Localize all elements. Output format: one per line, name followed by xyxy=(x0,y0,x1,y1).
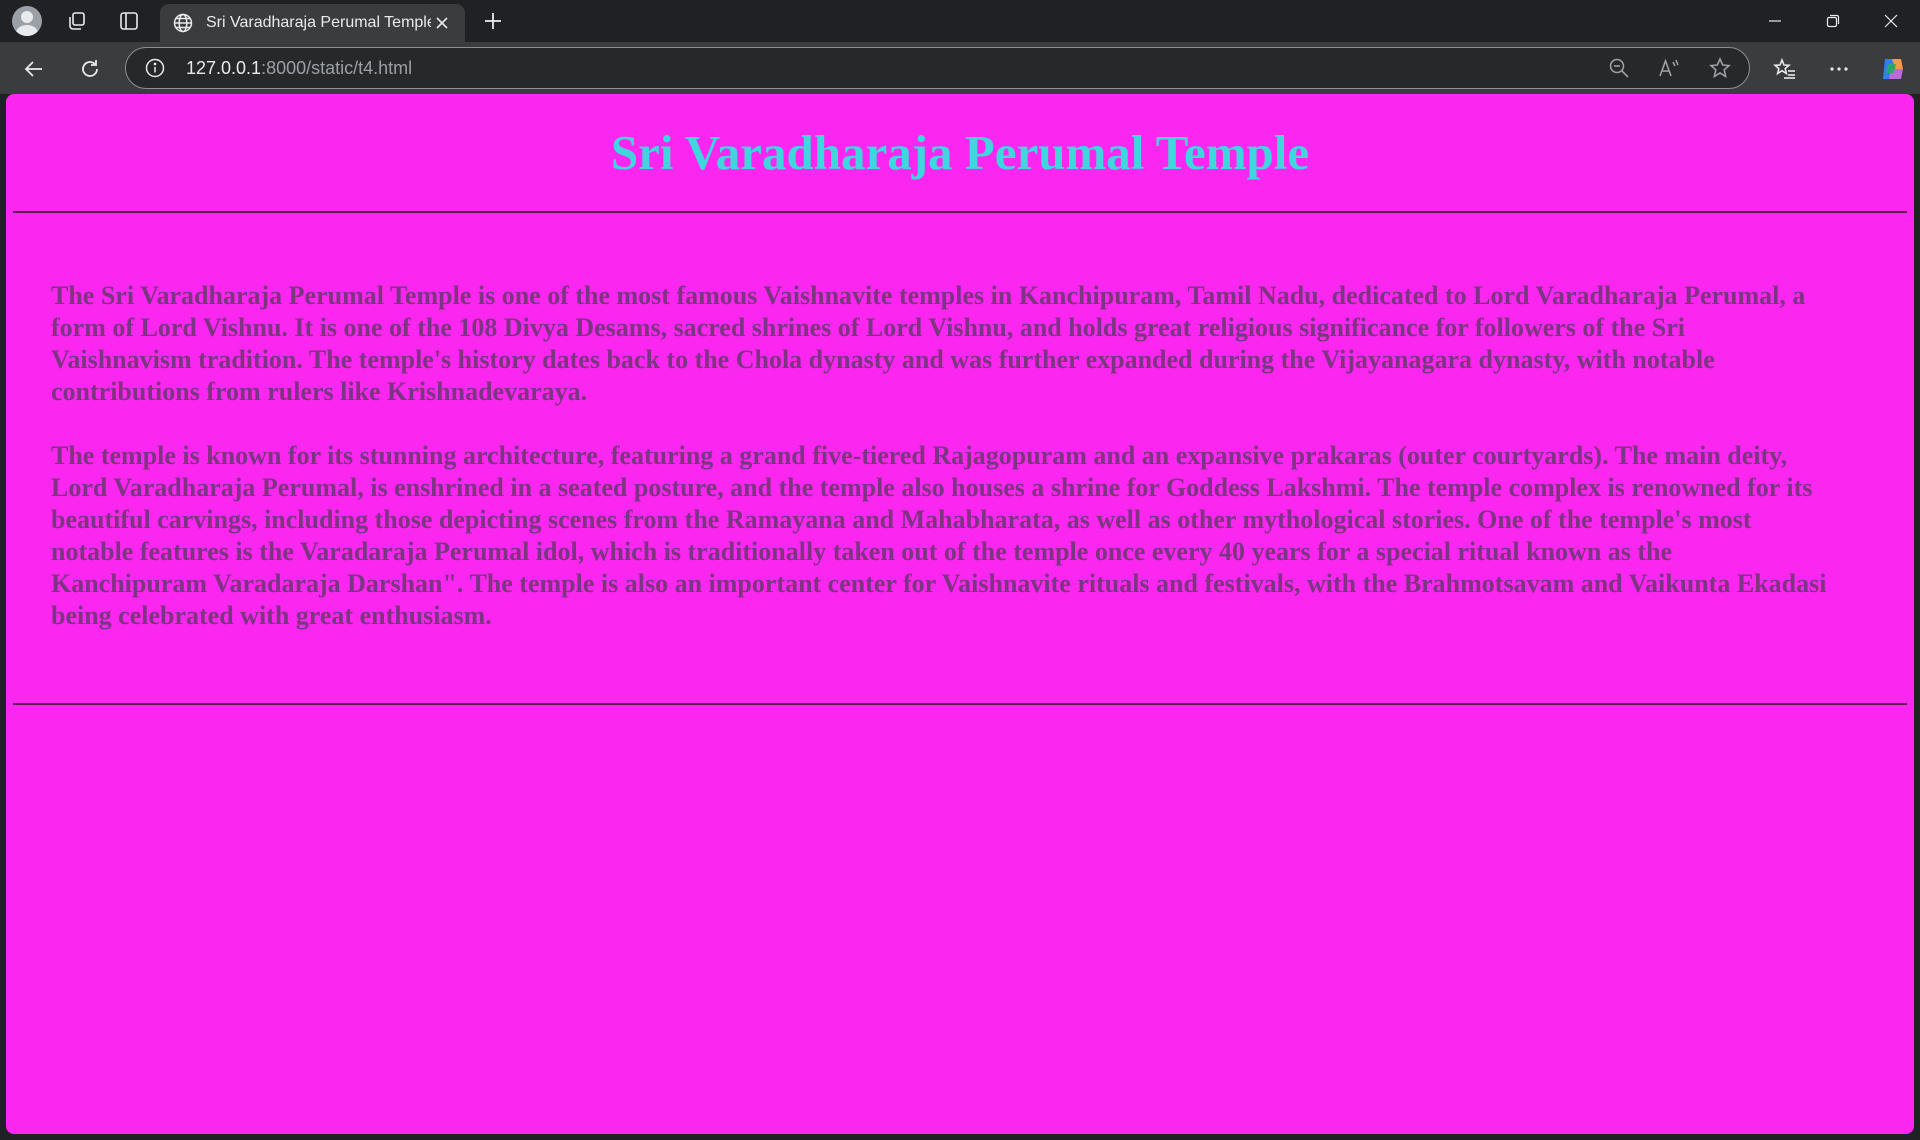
paragraph: The temple is known for its stunning arc… xyxy=(51,441,1827,630)
divider xyxy=(13,703,1907,705)
tab-actions-icon[interactable] xyxy=(111,5,147,37)
restore-icon[interactable] xyxy=(1804,0,1862,42)
more-icon[interactable] xyxy=(1822,52,1856,86)
tab-strip: Sri Varadharaja Perumal Temple xyxy=(0,0,1920,42)
favorites-icon[interactable] xyxy=(1768,52,1802,86)
divider xyxy=(13,211,1907,213)
zoom-out-icon[interactable] xyxy=(1607,56,1631,80)
url-text[interactable]: 127.0.0.1:8000/static/t4.html xyxy=(186,58,412,79)
workspaces-icon[interactable] xyxy=(59,5,95,37)
profile-avatar[interactable] xyxy=(12,6,42,36)
address-bar[interactable]: 127.0.0.1:8000/static/t4.html xyxy=(125,47,1750,89)
back-icon[interactable] xyxy=(17,52,51,86)
info-icon[interactable] xyxy=(144,57,166,79)
paragraph: The Sri Varadharaja Perumal Temple is on… xyxy=(51,281,1806,406)
new-tab-icon[interactable] xyxy=(478,6,508,36)
refresh-icon[interactable] xyxy=(73,52,107,86)
minimize-icon[interactable] xyxy=(1746,0,1804,42)
browser-toolbar: 127.0.0.1:8000/static/t4.html xyxy=(0,42,1920,94)
page-title: Sri Varadharaja Perumal Temple xyxy=(610,125,1310,180)
read-aloud-icon[interactable] xyxy=(1657,56,1681,80)
active-tab[interactable]: Sri Varadharaja Perumal Temple xyxy=(160,4,465,42)
close-window-icon[interactable] xyxy=(1862,0,1920,42)
page-viewport: Sri Varadharaja Perumal Temple The Sri V… xyxy=(6,94,1914,1134)
article-body: The Sri Varadharaja Perumal Temple is on… xyxy=(51,280,1831,664)
copilot-icon[interactable] xyxy=(1876,52,1910,86)
tab-title: Sri Varadharaja Perumal Temple xyxy=(206,14,431,31)
favorite-star-icon[interactable] xyxy=(1708,56,1732,80)
close-icon[interactable] xyxy=(431,12,453,34)
globe-icon xyxy=(173,13,193,33)
